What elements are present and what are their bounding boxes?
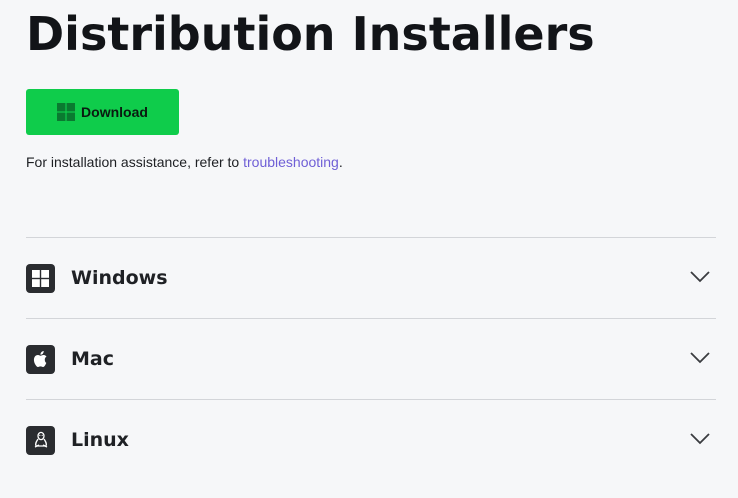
page: Distribution Installers Download For ins… [0, 0, 738, 498]
apple-icon [26, 344, 55, 374]
accordion-item-label: Linux [71, 429, 129, 451]
assistance-suffix: . [338, 154, 343, 170]
download-button[interactable]: Download [26, 89, 179, 135]
download-button-label: Download [81, 104, 148, 120]
chevron-down-icon[interactable] [690, 433, 710, 445]
chevron-down-icon[interactable] [690, 352, 710, 364]
linux-icon [26, 425, 55, 455]
chevron-down-icon[interactable] [690, 271, 710, 283]
page-title: Distribution Installers [26, 7, 595, 61]
accordion-item-linux[interactable]: Linux [26, 399, 716, 480]
assistance-prefix: For installation assistance, refer to [26, 154, 244, 170]
installation-assistance-text: For installation assistance, refer to tr… [26, 154, 343, 170]
troubleshooting-link[interactable]: troubleshooting [243, 154, 339, 170]
windows-icon [57, 103, 76, 121]
accordion-item-mac[interactable]: Mac [26, 318, 716, 399]
platform-accordion: Windows Mac Linux [26, 237, 716, 480]
accordion-item-label: Mac [71, 348, 114, 370]
accordion-item-windows[interactable]: Windows [26, 237, 716, 318]
windows-icon [26, 263, 55, 293]
accordion-item-label: Windows [71, 267, 168, 289]
